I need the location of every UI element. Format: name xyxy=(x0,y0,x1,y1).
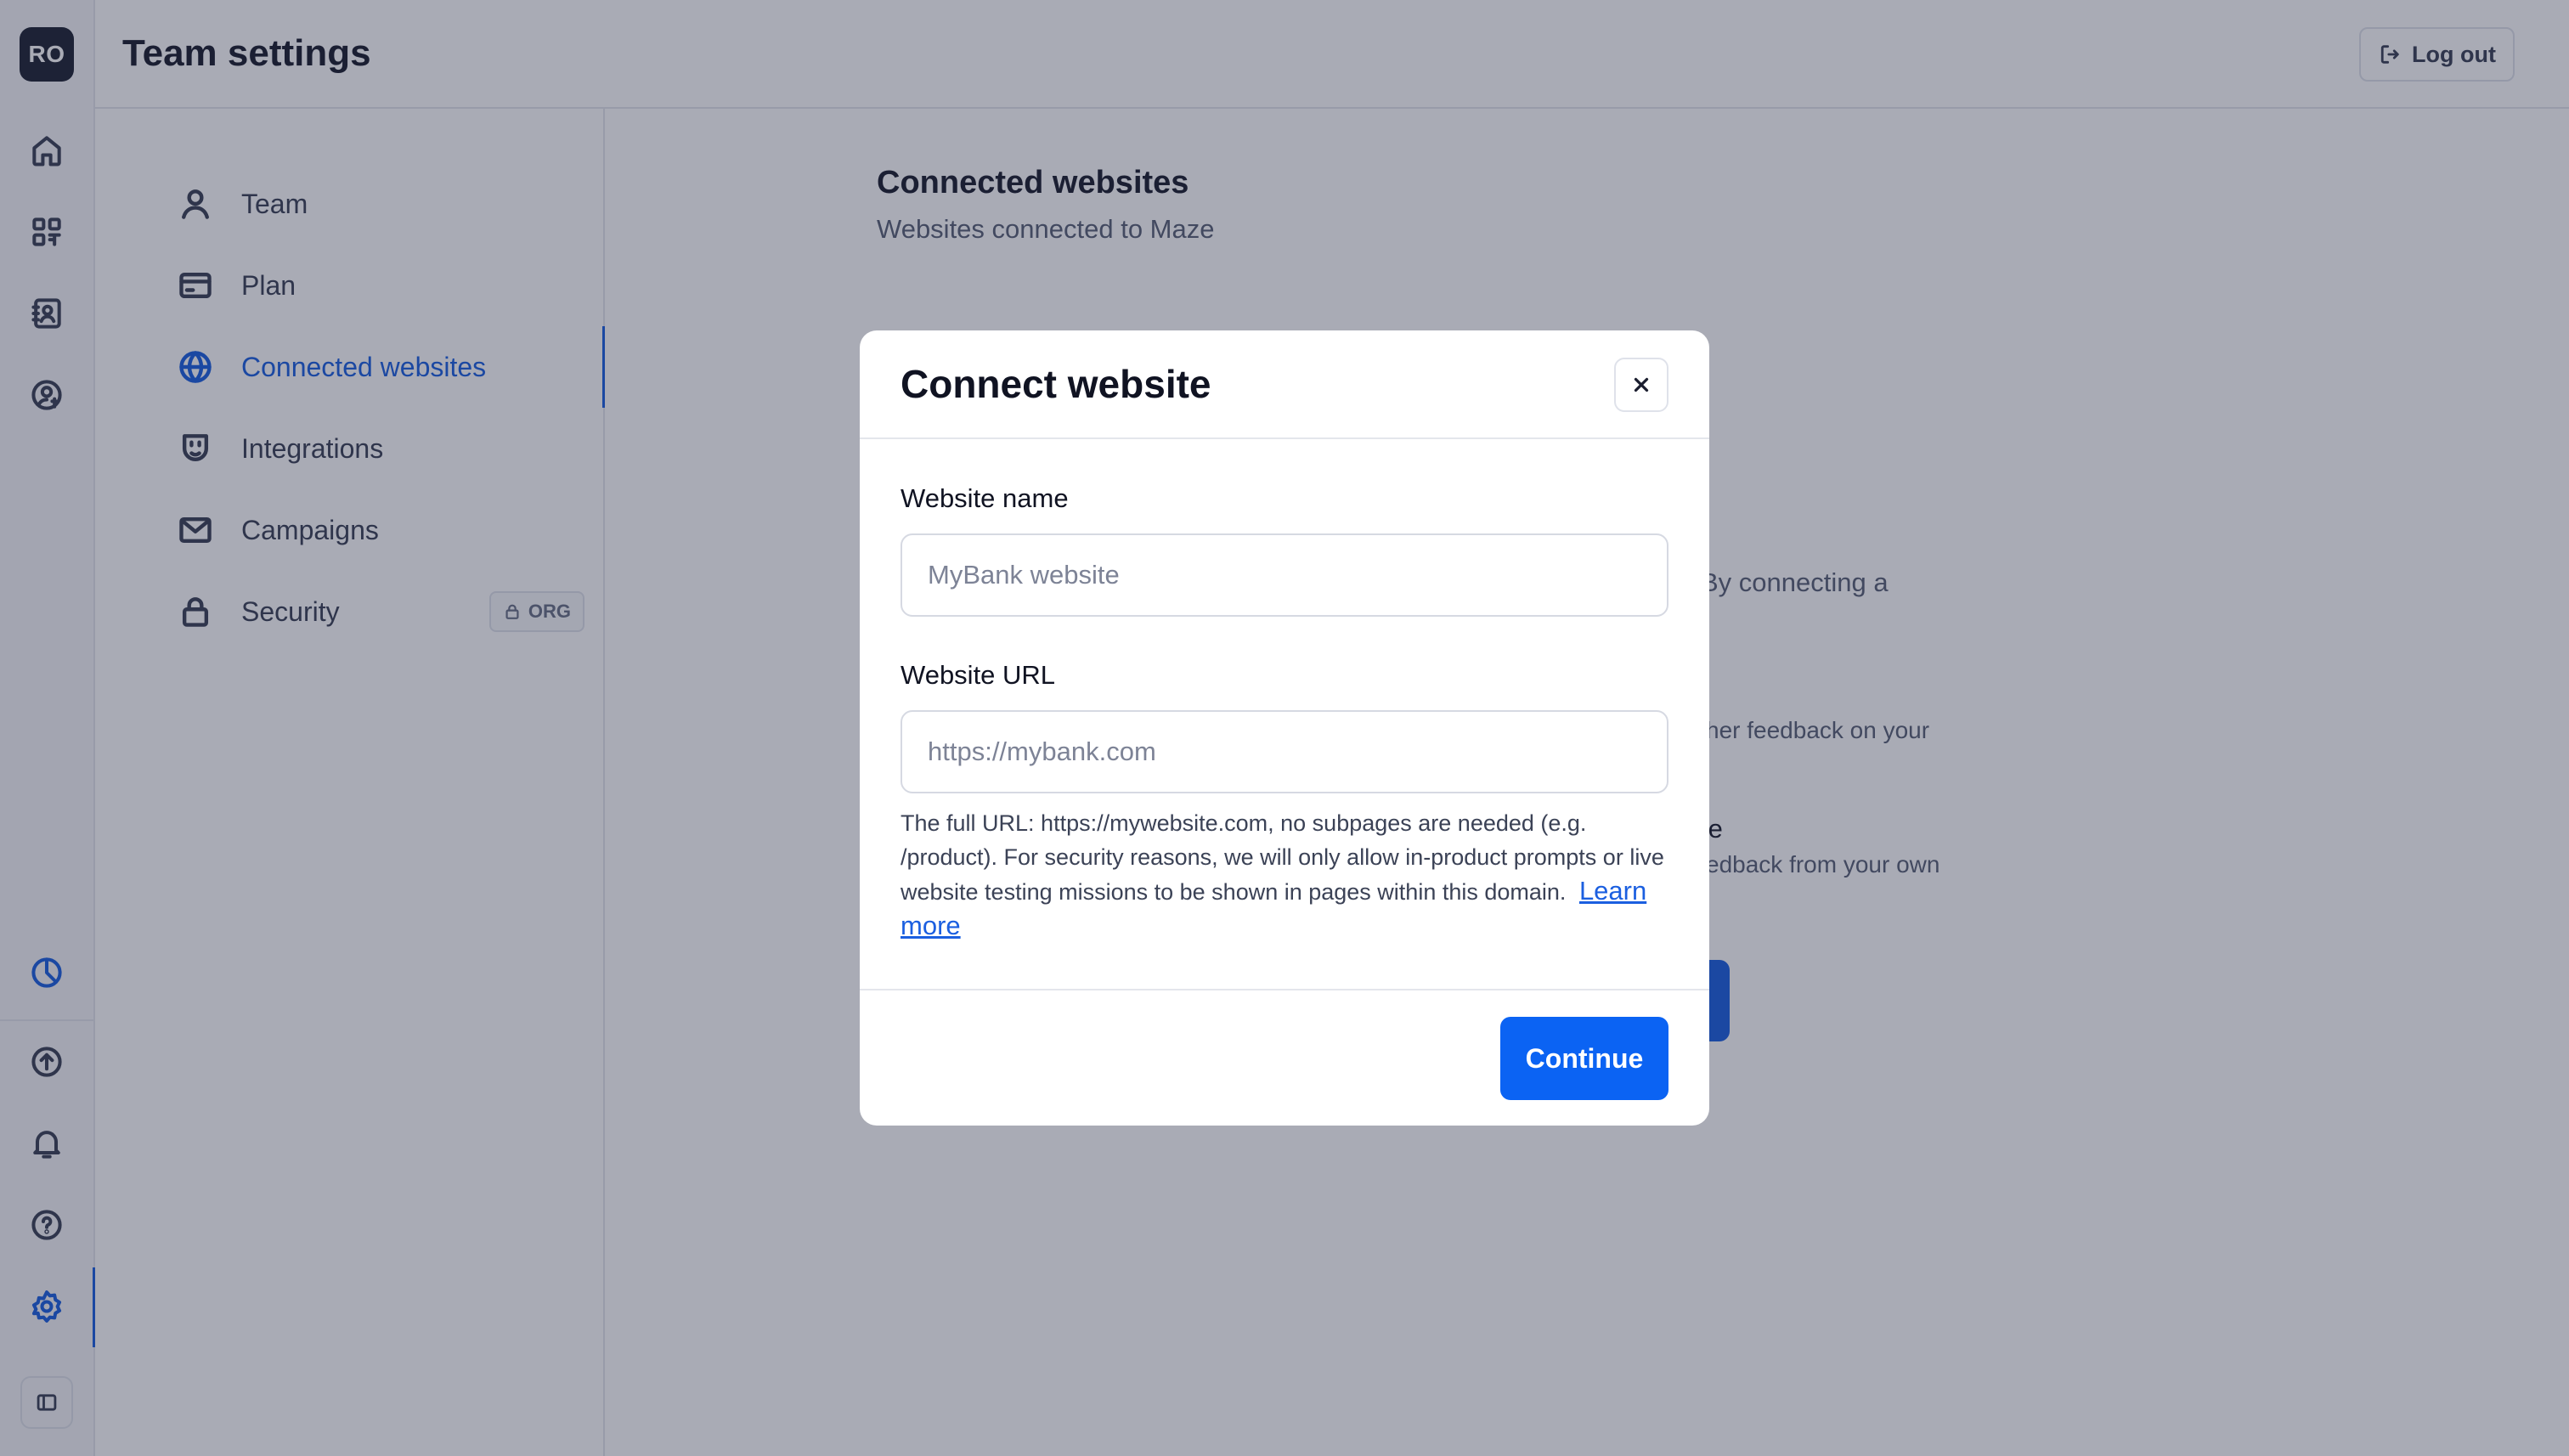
modal-footer: Continue xyxy=(860,989,1709,1126)
website-url-input[interactable] xyxy=(901,710,1668,793)
modal-header: Connect website xyxy=(860,330,1709,439)
help-text-body: The full URL: https://mywebsite.com, no … xyxy=(901,810,1664,905)
continue-button[interactable]: Continue xyxy=(1500,1017,1668,1100)
website-url-label: Website URL xyxy=(901,660,1056,690)
close-icon xyxy=(1634,377,1649,392)
url-help-text: The full URL: https://mywebsite.com, no … xyxy=(901,806,1668,944)
website-name-label: Website name xyxy=(901,483,1069,513)
website-name-input[interactable] xyxy=(901,533,1668,617)
connect-website-modal: Connect website Website name Website URL… xyxy=(860,330,1709,1126)
modal-title: Connect website xyxy=(901,362,1211,406)
close-button[interactable] xyxy=(1614,358,1668,412)
